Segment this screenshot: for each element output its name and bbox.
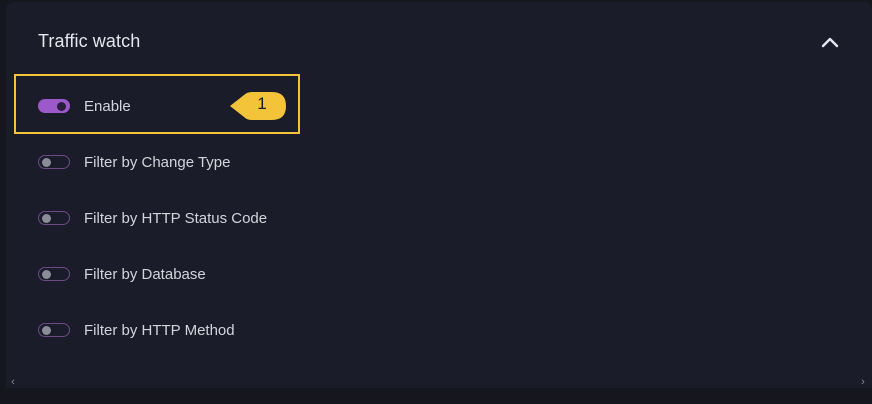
chevron-right-icon[interactable]: › [856,374,870,390]
toggle-row-filter-http-method[interactable]: Filter by HTTP Method [38,316,235,344]
toggle-label: Filter by HTTP Status Code [84,209,268,227]
bottom-strip [0,390,872,404]
toggle-label: Filter by HTTP Method [84,321,235,339]
toggle-row-filter-http-status[interactable]: Filter by HTTP Status Code [38,204,267,232]
toggle-label: Filter by Change Type [84,153,231,171]
callout-number: 1 [257,94,267,113]
switch-knob [42,325,51,335]
toggle-label: Enable [84,97,131,115]
toggle-row-enable[interactable]: Enable [38,92,131,120]
filter-http-status-switch[interactable] [38,211,70,225]
switch-knob [57,101,66,111]
toggle-label: Filter by Database [84,265,206,283]
enable-switch[interactable] [38,99,70,113]
filter-http-method-switch[interactable] [38,323,70,337]
traffic-watch-screen: Traffic watch Enable Filter by Change Ty… [0,0,872,404]
filter-database-switch[interactable] [38,267,70,281]
panel-header[interactable]: Traffic watch [6,2,872,82]
toggle-row-filter-database[interactable]: Filter by Database [38,260,206,288]
switch-knob [42,269,51,279]
panel-title: Traffic watch [38,31,141,51]
traffic-watch-panel: Traffic watch Enable Filter by Change Ty… [6,2,872,388]
switch-knob [42,213,51,223]
filter-change-type-switch[interactable] [38,155,70,169]
switch-knob [42,157,51,167]
toggle-row-filter-change-type[interactable]: Filter by Change Type [38,148,230,176]
chevron-up-icon [821,37,839,48]
chevron-left-icon[interactable]: ‹ [6,374,20,390]
collapse-button[interactable] [818,30,842,54]
horizontal-scrollbar[interactable]: ‹ › [0,374,872,390]
